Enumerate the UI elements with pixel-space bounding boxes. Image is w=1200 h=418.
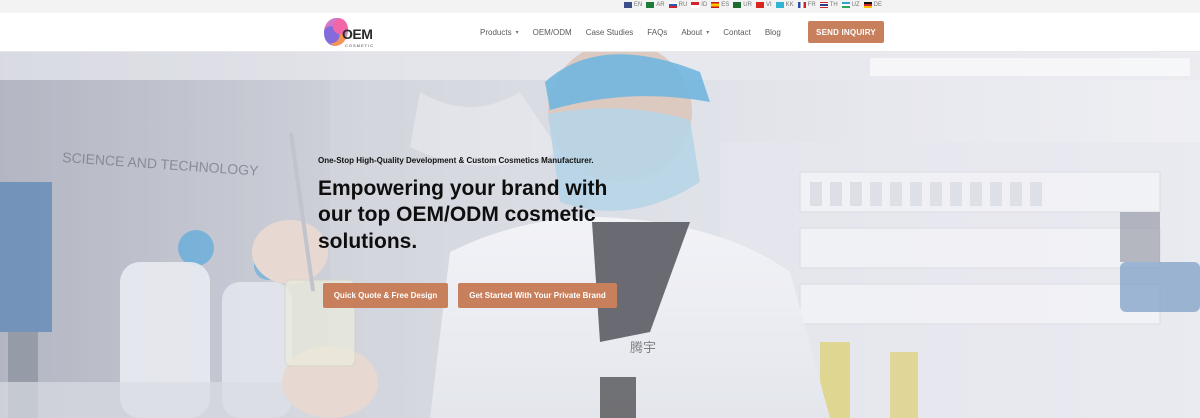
nav-faqs[interactable]: FAQs <box>647 28 667 37</box>
lang-uz[interactable]: UZ <box>841 2 860 8</box>
get-started-button[interactable]: Get Started With Your Private Brand <box>458 283 617 308</box>
language-list: EN AR RU ID ES UR VI KK FR TH UZ DE <box>623 2 882 8</box>
lang-fr[interactable]: FR <box>797 2 816 8</box>
fr-flag-icon <box>797 2 806 8</box>
th-flag-icon <box>819 2 828 8</box>
lang-ru[interactable]: RU <box>668 2 687 8</box>
nav-oem-odm[interactable]: OEM/ODM <box>533 28 572 37</box>
es-flag-icon <box>711 2 720 8</box>
quick-quote-button[interactable]: Quick Quote & Free Design <box>323 283 448 308</box>
hero-title: Empowering your brand with our top OEM/O… <box>318 177 608 253</box>
id-flag-icon <box>691 2 700 8</box>
logo-subtext: COSMETIC <box>345 43 375 48</box>
kz-flag-icon <box>775 2 784 8</box>
lang-id[interactable]: ID <box>691 2 707 8</box>
lang-th[interactable]: TH <box>819 2 838 8</box>
nav-contact[interactable]: Contact <box>723 28 751 37</box>
main-nav: Products ▾ OEM/ODM Case Studies FAQs Abou… <box>480 13 781 52</box>
lang-es[interactable]: ES <box>711 2 729 8</box>
de-flag-icon <box>863 2 872 8</box>
hero-subtitle: One-Stop High-Quality Development & Cust… <box>318 156 594 165</box>
language-bar: EN AR RU ID ES UR VI KK FR TH UZ DE <box>0 0 1200 13</box>
ru-flag-icon <box>668 2 677 8</box>
chevron-down-icon: ▾ <box>515 30 519 36</box>
lang-de[interactable]: DE <box>863 2 882 8</box>
site-header: OEM COSMETIC Products ▾ OEM/ODM Case Stud… <box>0 13 1200 52</box>
lang-ur[interactable]: UR <box>733 2 752 8</box>
pk-flag-icon <box>733 2 742 8</box>
lang-ar[interactable]: AR <box>646 2 665 8</box>
nav-about[interactable]: About ▾ <box>681 28 709 37</box>
send-inquiry-button[interactable]: SEND INQUIRY <box>808 21 884 43</box>
vn-flag-icon <box>755 2 764 8</box>
nav-products[interactable]: Products ▾ <box>480 28 519 37</box>
sa-flag-icon <box>646 2 655 8</box>
lang-kk[interactable]: KK <box>775 2 794 8</box>
hero-section: SCIENCE AND TECHNOLOGY 腾宇 One-Stop High-… <box>0 52 1200 418</box>
us-flag-icon <box>623 2 632 8</box>
logo-text: OEM <box>342 26 373 42</box>
chevron-down-icon: ▾ <box>706 30 710 36</box>
lang-en[interactable]: EN <box>623 2 642 8</box>
uz-flag-icon <box>841 2 850 8</box>
site-logo[interactable]: OEM COSMETIC <box>324 18 373 50</box>
nav-blog[interactable]: Blog <box>765 28 781 37</box>
lang-vi[interactable]: VI <box>755 2 772 8</box>
nav-case-studies[interactable]: Case Studies <box>586 28 634 37</box>
